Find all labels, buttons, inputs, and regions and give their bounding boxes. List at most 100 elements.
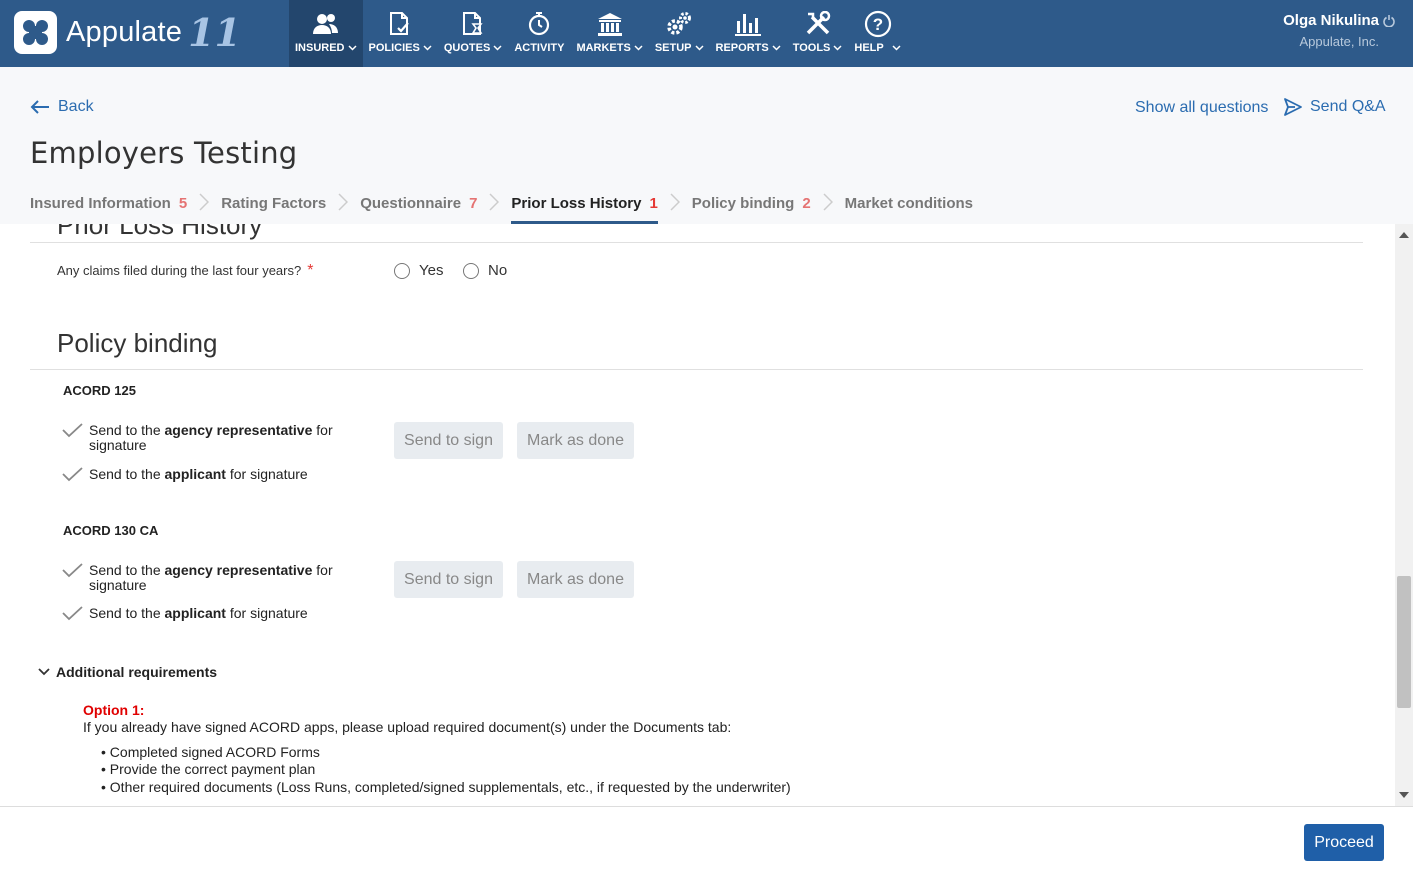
step-text: Send to the agency representative for si… <box>89 422 333 453</box>
radio-circle-icon <box>394 262 410 279</box>
tab-policy-binding[interactable]: Policy binding 2 <box>692 188 811 224</box>
checkmark-icon <box>62 563 83 578</box>
divider <box>30 369 1363 370</box>
quote-doc-icon <box>458 10 488 38</box>
chevron-down-icon <box>772 45 781 51</box>
bank-icon <box>595 10 625 38</box>
app-logo[interactable]: Appulate 11 <box>14 10 241 55</box>
send-to-sign-button[interactable]: Send to sign <box>394 561 503 598</box>
tab-count: 7 <box>469 195 478 212</box>
help-icon: ? <box>863 10 893 38</box>
tab-label: Policy binding <box>691 195 795 212</box>
clover-logo-icon <box>14 11 57 54</box>
acord-form-title: ACORD 130 CA <box>63 523 159 538</box>
nav-setup[interactable]: SETUP <box>649 0 710 67</box>
claims-radio-yes[interactable]: Yes <box>394 262 443 279</box>
nav-label: POLICIES <box>368 42 420 54</box>
applicant-signature-step: Send to the applicant for signature <box>62 606 352 621</box>
arrow-left-icon <box>30 100 49 114</box>
radio-label: Yes <box>419 262 444 279</box>
back-link[interactable]: Back <box>30 98 94 116</box>
send-to-sign-button[interactable]: Send to sign <box>394 422 503 459</box>
nav-label: SETUP <box>654 42 692 54</box>
agency-rep-signature-step: Send to the agency representative for si… <box>62 563 352 593</box>
show-all-questions-link[interactable]: Show all questions <box>1135 99 1268 117</box>
tab-insured-information[interactable]: Insured Information 5 <box>30 188 187 224</box>
tab-label: Prior Loss History <box>511 195 642 212</box>
scroll-up-arrow-icon[interactable] <box>1399 232 1409 238</box>
nav-insured[interactable]: INSURED <box>289 0 363 67</box>
user-org: Appulate, Inc. <box>1299 34 1380 49</box>
policy-doc-icon <box>385 10 415 38</box>
nav-label: ACTIVITY <box>514 42 565 54</box>
additional-requirements-toggle[interactable]: Additional requirements <box>38 664 217 680</box>
nav-activity[interactable]: ACTIVITY <box>508 0 570 67</box>
claims-radio-no[interactable]: No <box>463 262 507 279</box>
required-marker: * <box>307 262 314 279</box>
applicant-signature-step: Send to the applicant for signature <box>62 467 352 482</box>
scrollbar-thumb[interactable] <box>1397 576 1411 708</box>
scroll-down-arrow-icon[interactable] <box>1399 792 1409 798</box>
nav-markets[interactable]: MARKETS <box>570 0 648 67</box>
nav-label: TOOLS <box>792 42 831 54</box>
send-qa-link[interactable]: Send Q&A <box>1283 97 1386 117</box>
chevron-down-icon <box>38 668 50 676</box>
chevron-down-icon <box>347 45 357 51</box>
bar-chart-icon <box>733 10 763 38</box>
activity-icon <box>524 10 554 38</box>
svg-text:?: ? <box>872 15 882 34</box>
gears-icon <box>664 10 694 38</box>
divider <box>30 242 1363 243</box>
tab-count: 2 <box>802 195 811 212</box>
people-icon <box>311 10 341 38</box>
user-menu[interactable]: Olga Nikulina Appulate, Inc. <box>1283 12 1395 49</box>
chevron-right-icon <box>187 188 221 224</box>
send-qa-label: Send Q&A <box>1310 98 1386 115</box>
requirement-item: • Provide the correct payment plan <box>101 761 316 777</box>
tab-prior-loss-history[interactable]: Prior Loss History 1 <box>511 188 658 224</box>
nav-quotes[interactable]: QUOTES <box>438 0 508 67</box>
top-nav-bar: Appulate 11 INSURED POLICIES QUOTES ACTI… <box>0 0 1413 67</box>
tab-questionnaire[interactable]: Questionnaire 7 <box>360 188 477 224</box>
app-version-mark: 11 <box>188 10 241 55</box>
chevron-right-icon <box>811 188 845 224</box>
mark-as-done-button[interactable]: Mark as done <box>517 561 634 598</box>
chevron-down-icon <box>423 45 432 51</box>
acord-form-title: ACORD 125 <box>63 383 136 398</box>
footer-bar: Proceed <box>0 806 1413 871</box>
mark-as-done-button[interactable]: Mark as done <box>517 422 634 459</box>
chevron-right-icon <box>326 188 360 224</box>
step-text: Send to the agency representative for si… <box>89 562 333 593</box>
user-name: Olga Nikulina <box>1283 12 1379 29</box>
nav-policies[interactable]: POLICIES <box>363 0 438 67</box>
nav-label: QUOTES <box>443 42 491 54</box>
claims-question: Any claims filed during the last four ye… <box>57 262 313 280</box>
option-description: If you already have signed ACORD apps, p… <box>83 719 732 735</box>
requirement-item: • Other required documents (Loss Runs, c… <box>101 779 791 795</box>
chevron-down-icon <box>892 45 901 51</box>
proceed-button[interactable]: Proceed <box>1304 824 1384 861</box>
nav-tools[interactable]: TOOLS <box>787 0 849 67</box>
chevron-down-icon <box>493 45 502 51</box>
tab-rating-factors[interactable]: Rating Factors <box>221 188 326 224</box>
tab-label: Rating Factors <box>221 195 327 212</box>
form-content: Prior Loss History Any claims filed duri… <box>0 224 1395 806</box>
power-icon[interactable] <box>1383 14 1395 27</box>
tab-label: Questionnaire <box>360 195 462 212</box>
chevron-down-icon <box>833 45 842 51</box>
tab-count: 1 <box>649 195 658 212</box>
checkmark-icon <box>62 423 83 438</box>
send-icon <box>1284 98 1302 116</box>
nav-help[interactable]: ? HELP <box>848 0 906 67</box>
agency-rep-signature-step: Send to the agency representative for si… <box>62 423 352 453</box>
chevron-down-icon <box>634 45 643 51</box>
section-tabs: Insured Information 5 Rating Factors Ques… <box>30 188 973 224</box>
chevron-right-icon <box>477 188 511 224</box>
vertical-scrollbar[interactable] <box>1395 224 1413 806</box>
tab-market-conditions[interactable]: Market conditions <box>845 188 973 224</box>
option-label: Option 1: <box>83 702 145 718</box>
chevron-down-icon <box>694 45 704 51</box>
tab-label: Insured Information <box>30 195 171 212</box>
nav-reports[interactable]: REPORTS <box>710 0 787 67</box>
step-text: Send to the applicant for signature <box>89 466 308 482</box>
